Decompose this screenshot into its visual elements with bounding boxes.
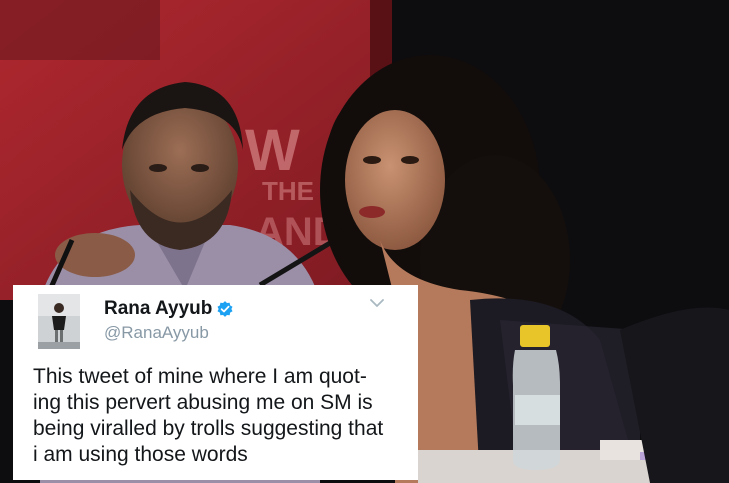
tweet-text-line: This tweet of mine where I am quot-	[33, 365, 367, 388]
avatar[interactable]	[38, 294, 80, 349]
user-handle[interactable]: @RanaAyyub	[104, 323, 209, 343]
tweet-card: Rana Ayyub @RanaAyyub This tweet of mine…	[13, 285, 418, 480]
tweet-text-line: ing this pervert abusing me on SM is	[33, 391, 373, 414]
meme-image: W THE AND Rana Ayyub @RanaAyyub This twe…	[0, 0, 729, 483]
tweet-text-line: being viralled by trolls suggesting that	[33, 417, 384, 440]
tweet-text-line: i am using those words	[33, 443, 248, 466]
verified-badge-icon	[217, 301, 233, 317]
backdrop-letter-w: W	[245, 118, 300, 183]
tweet-text: This tweet of mine where I am quot- ing …	[33, 364, 413, 468]
chevron-down-icon[interactable]	[369, 297, 385, 309]
backdrop-word-the: THE	[262, 176, 314, 206]
display-name[interactable]: Rana Ayyub	[104, 298, 212, 320]
